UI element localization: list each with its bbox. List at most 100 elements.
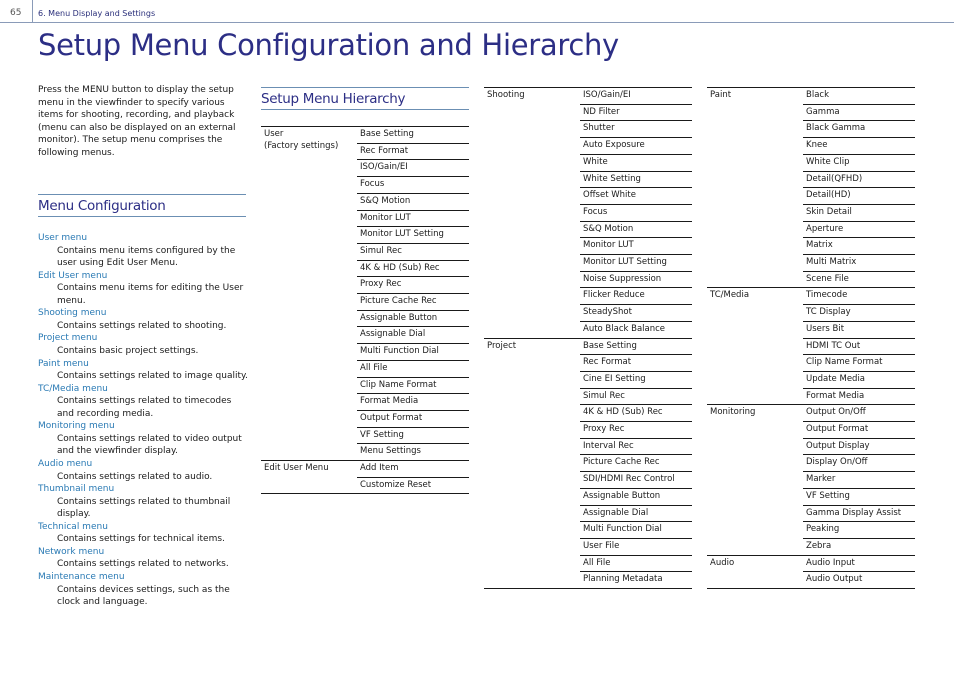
- hierarchy-group: Project Base Setting Rec Format Cine EI Set…: [484, 337, 692, 589]
- hierarchy-group-name: Monitoring: [710, 407, 756, 418]
- hierarchy-item: Users Bit: [803, 320, 915, 338]
- menu-entry-link[interactable]: Network menu: [38, 546, 250, 559]
- hierarchy-item: S&Q Motion: [357, 192, 469, 210]
- hierarchy-item: Customize Reset: [357, 476, 469, 494]
- hierarchy-group: Edit User Menu Add Item Customize Reset: [261, 460, 469, 493]
- hierarchy-item-list: Audio Input Audio Output: [803, 556, 915, 588]
- menu-entry: Technical menu Contains settings for tech…: [38, 521, 250, 546]
- menu-entry-description: Contains menu items for editing the User…: [57, 283, 244, 306]
- hierarchy-item: 4K & HD (Sub) Rec: [580, 404, 692, 421]
- hierarchy-item: All File: [580, 554, 692, 572]
- hierarchy-group-name: Shooting: [487, 90, 525, 100]
- menu-entry-description: Contains settings for technical items.: [57, 534, 225, 545]
- hierarchy-item: Output Format: [357, 409, 469, 427]
- hierarchy-item: Detail(QFHD): [803, 170, 915, 188]
- menu-entry: Thumbnail menu Contains settings related …: [38, 483, 250, 521]
- hierarchy-item: VF Setting: [357, 426, 469, 444]
- hierarchy-item: Assignable Button: [580, 487, 692, 505]
- hierarchy-item: Detail(HD): [803, 187, 915, 204]
- hierarchy-item: Flicker Reduce: [580, 287, 692, 304]
- hierarchy-item: White: [580, 153, 692, 171]
- hierarchy-item: VF Setting: [803, 487, 915, 505]
- menu-entry-description: Contains settings related to timecodes a…: [57, 396, 232, 419]
- menu-entry: Shooting menu Contains settings related t…: [38, 307, 250, 332]
- hierarchy-item: White Clip: [803, 153, 915, 171]
- table-bottom-rule: [484, 588, 692, 590]
- menu-entry: Paint menu Contains settings related to i…: [38, 358, 250, 383]
- menu-entry-link[interactable]: Project menu: [38, 332, 250, 345]
- hierarchy-item: Clip Name Format: [357, 376, 469, 394]
- hierarchy-item: Picture Cache Rec: [357, 293, 469, 310]
- menu-entry-link[interactable]: Thumbnail menu: [38, 483, 250, 496]
- hierarchy-item: Monitor LUT Setting: [580, 254, 692, 271]
- hierarchy-item: Rec Format: [580, 354, 692, 371]
- hierarchy-item: Multi Matrix: [803, 254, 915, 271]
- hierarchy-item-list: Output On/Off Output Format Output Display…: [803, 405, 915, 554]
- menu-entry-description: Contains settings related to thumbnail d…: [57, 496, 231, 520]
- hierarchy-item: ND Filter: [580, 103, 692, 121]
- hierarchy-item: Display On/Off: [803, 454, 915, 471]
- hierarchy-item: 4K & HD (Sub) Rec: [357, 259, 469, 277]
- hierarchy-item: Peaking: [803, 521, 915, 538]
- hierarchy-item: Focus: [357, 176, 469, 193]
- hierarchy-item: Audio Output: [803, 571, 915, 588]
- menu-entry-link[interactable]: User menu: [38, 232, 250, 245]
- hierarchy-item: Assignable Dial: [580, 504, 692, 522]
- hierarchy-item: Skin Detail: [803, 203, 915, 221]
- hierarchy-item: Black Gamma: [803, 120, 915, 137]
- hierarchy-item: Output On/Off: [806, 407, 866, 418]
- header-divider: [32, 0, 33, 23]
- menu-entry-description: Contains settings related to image quali…: [57, 371, 248, 382]
- menu-entry-link[interactable]: Shooting menu: [38, 307, 250, 320]
- hierarchy-item: Monitor LUT: [580, 237, 692, 254]
- hierarchy-item: Multi Function Dial: [357, 343, 469, 360]
- menu-entry-description: Contains settings related to shooting.: [57, 320, 227, 331]
- menu-entry: Audio menu Contains settings related to a…: [38, 458, 250, 483]
- hierarchy-item: Menu Settings: [357, 443, 469, 460]
- table-bottom-rule: [707, 588, 915, 590]
- hierarchy-table-3: Paint Black Gamma Black Gamma Knee White Clip…: [707, 87, 915, 590]
- hierarchy-item-list: Add Item Customize Reset: [357, 461, 469, 493]
- hierarchy-item: Multi Function Dial: [580, 521, 692, 538]
- page-number: 65: [10, 8, 22, 18]
- menu-configuration-heading: Menu Configuration: [38, 194, 246, 217]
- hierarchy-item-list: Base Setting Rec Format Cine EI Setting Sim…: [580, 339, 692, 589]
- hierarchy-item: Assignable Dial: [357, 326, 469, 343]
- menu-entry-link[interactable]: TC/Media menu: [38, 383, 250, 396]
- menu-entry-link[interactable]: Edit User menu: [38, 270, 250, 283]
- hierarchy-item: Auto Black Balance: [580, 320, 692, 338]
- hierarchy-item: Format Media: [803, 387, 915, 405]
- menu-entry-link[interactable]: Audio menu: [38, 458, 250, 471]
- menu-entry-link[interactable]: Paint menu: [38, 358, 250, 371]
- hierarchy-item: Audio Input: [806, 557, 855, 568]
- menu-entry: Edit User menu Contains menu items for ed…: [38, 270, 250, 308]
- table-bottom-rule: [261, 493, 469, 495]
- hierarchy-item: Base Setting: [360, 129, 414, 139]
- setup-menu-hierarchy-heading: Setup Menu Hierarchy: [261, 87, 469, 110]
- menu-entry-description: Contains basic project settings.: [57, 345, 199, 356]
- hierarchy-item: TC Display: [803, 304, 915, 321]
- hierarchy-item: Zebra: [803, 537, 915, 555]
- hierarchy-item: Planning Metadata: [580, 571, 692, 588]
- hierarchy-group-name: Project: [487, 340, 517, 351]
- hierarchy-item: Matrix: [803, 237, 915, 254]
- hierarchy-group: Paint Black Gamma Black Gamma Knee White Clip…: [707, 87, 915, 287]
- hierarchy-item: Proxy Rec: [357, 276, 469, 293]
- hierarchy-group: Audio Audio Input Audio Output: [707, 554, 915, 588]
- menu-entry-link[interactable]: Technical menu: [38, 521, 250, 534]
- hierarchy-table-2: Shooting ISO/Gain/EI ND Filter Shutter Auto …: [484, 87, 692, 590]
- hierarchy-group: TC/Media Timecode TC Display Users Bit HDMI …: [707, 287, 915, 404]
- hierarchy-item: Proxy Rec: [580, 421, 692, 438]
- hierarchy-item: Noise Suppression: [580, 270, 692, 288]
- hierarchy-item: S&Q Motion: [580, 220, 692, 238]
- menu-entry-link[interactable]: Monitoring menu: [38, 420, 250, 433]
- hierarchy-item: Gamma Display Assist: [803, 504, 915, 522]
- menu-entry-link[interactable]: Maintenance menu: [38, 571, 250, 584]
- hierarchy-item: Focus: [580, 203, 692, 221]
- hierarchy-item: Format Media: [357, 393, 469, 410]
- section-breadcrumb[interactable]: 6. Menu Display and Settings: [38, 9, 155, 18]
- menu-entry: Monitoring menu Contains settings related…: [38, 420, 250, 458]
- hierarchy-group-name: TC/Media: [710, 290, 750, 301]
- hierarchy-item: SteadyShot: [580, 304, 692, 321]
- hierarchy-item-list: Black Gamma Black Gamma Knee White Clip Detai…: [803, 88, 915, 287]
